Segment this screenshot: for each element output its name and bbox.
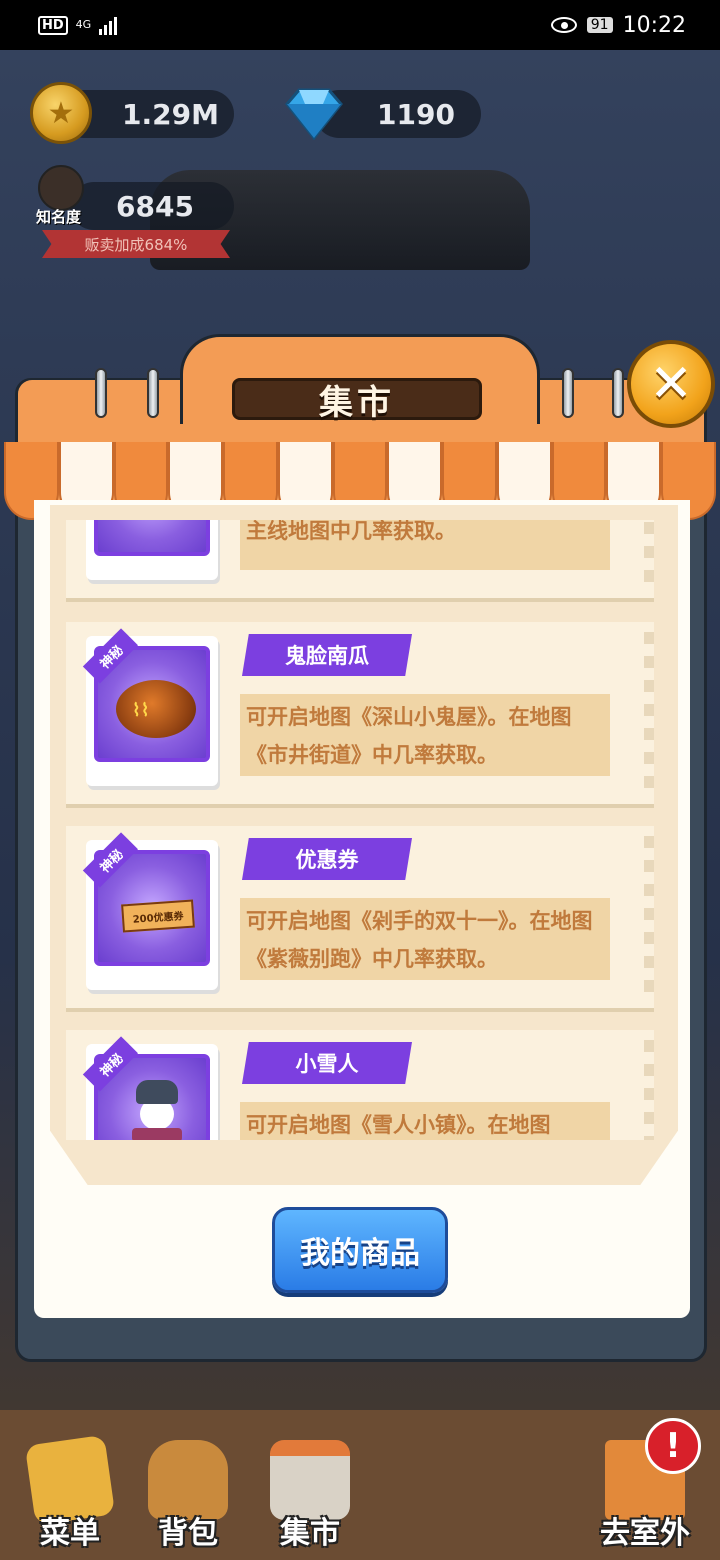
coin-icon: ★ [30,82,92,144]
item-card: ⌇⌇ 神秘 [82,628,218,786]
item-card: 神秘 [82,1036,218,1140]
my-goods-button[interactable]: 我的商品 [272,1207,448,1293]
item-description: 可开启地图《剁手的双十一》。在地图《紫薇别跑》中几率获取。 [240,898,610,980]
nav-backpack[interactable]: 背包 [128,1430,248,1551]
signal-icon [99,15,118,35]
list-item[interactable]: 神秘 小雪人 可开启地图《雪人小镇》。在地图 [66,1030,654,1140]
battery-level: 91 [586,17,613,33]
eye-comfort-icon [550,17,577,33]
item-list[interactable]: 主线地图中几率获取。 ⌇⌇ 神秘 鬼脸南瓜 可开启地图《深山小鬼屋》。在地图《市… [64,520,656,1140]
snowman-icon [136,1080,178,1104]
list-item[interactable]: 主线地图中几率获取。 [66,520,654,602]
hook-icon [147,368,159,418]
nav-go-outside-label: 去室外 [600,1516,690,1551]
nav-market-label: 集市 [280,1516,340,1551]
nav-market[interactable]: 集市 [250,1430,370,1551]
list-item[interactable]: ⌇⌇ 神秘 鬼脸南瓜 可开启地图《深山小鬼屋》。在地图《市井街道》中几率获取。 [66,622,654,808]
item-description: 主线地图中几率获取。 [240,520,610,570]
coupon-icon: 200优惠券 [121,899,195,933]
diamond-icon [285,88,343,140]
list-item[interactable]: 200优惠券 神秘 优惠券 可开启地图《剁手的双十一》。在地图《紫薇别跑》中几率… [66,826,654,1012]
avatar [38,165,84,211]
fame-label: 知名度 [36,208,82,226]
nav-menu-label: 菜单 [40,1516,100,1551]
pumpkin-icon [116,680,196,738]
close-button[interactable]: ✕ [627,340,715,428]
fame-counter: 6845 [70,182,234,230]
hook-icon [562,368,574,418]
hd-badge: HD [38,15,68,35]
nav-menu[interactable]: 菜单 [10,1430,130,1551]
item-description: 可开启地图《雪人小镇》。在地图 [240,1102,610,1140]
clock: 10:22 [622,12,686,38]
hook-icon [612,368,624,418]
item-name: 小雪人 [242,1042,412,1084]
status-bar: HD 4G 91 10:22 [0,0,720,50]
item-card [86,520,218,580]
sale-bonus-ribbon: 贩卖加成684% [42,230,230,258]
fame-value: 6845 [116,189,194,223]
shop-title: 集市 [232,378,482,423]
item-name: 优惠券 [242,838,412,880]
gems-value: 1190 [377,97,455,131]
item-image [94,520,210,556]
item-name: 鬼脸南瓜 [242,634,412,676]
item-description: 可开启地图《深山小鬼屋》。在地图《市井街道》中几率获取。 [240,694,610,776]
coins-value: 1.29M [122,97,219,131]
network-label: 4G [75,18,92,31]
hook-icon [95,368,107,418]
alert-badge: ! [645,1418,701,1474]
item-card: 200优惠券 神秘 [82,832,218,990]
nav-backpack-label: 背包 [158,1516,218,1551]
